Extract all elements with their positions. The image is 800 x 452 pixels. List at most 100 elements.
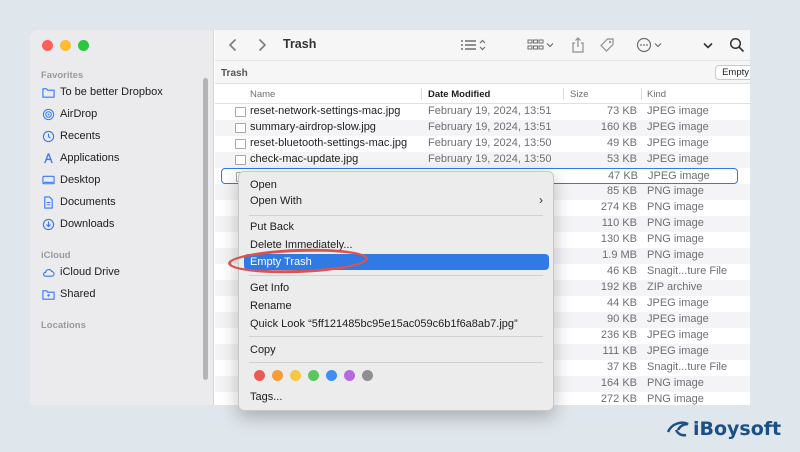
menu-item-open-with[interactable]: Open With xyxy=(250,193,546,209)
menu-item-quick-look[interactable]: Quick Look “5ff121485bc95e15ac059c6b1f6a… xyxy=(250,316,518,332)
file-date: February 19, 2024, 13:50 xyxy=(428,153,552,165)
locations-heading: Locations xyxy=(41,320,86,331)
column-divider xyxy=(421,88,422,100)
ellipsis-circle-icon xyxy=(636,37,662,53)
file-date: February 19, 2024, 13:51 xyxy=(428,121,552,133)
file-date: February 19, 2024, 13:51 xyxy=(428,105,552,117)
file-kind: Snagit...ture File xyxy=(647,265,728,277)
file-size: 90 KB xyxy=(607,313,637,325)
table-row[interactable]: summary-airdrop-slow.jpg February 19, 202… xyxy=(215,120,750,136)
menu-item-put-back[interactable]: Put Back xyxy=(250,219,294,235)
sidebar-item-recents[interactable]: Recents xyxy=(41,126,100,146)
file-name: summary-airdrop-slow.jpg xyxy=(250,121,376,133)
chevron-left-icon xyxy=(228,38,237,52)
file-size: 47 KB xyxy=(608,170,638,182)
sidebar: Favorites To be better Dropbox AirDrop R… xyxy=(30,30,214,405)
menu-item-label: Open With xyxy=(250,195,302,207)
sidebar-scrollbar[interactable] xyxy=(203,78,208,380)
tag-gray-dot[interactable] xyxy=(362,370,373,381)
tag-yellow-dot[interactable] xyxy=(290,370,301,381)
share-icon xyxy=(572,37,584,53)
icloud-heading: iCloud xyxy=(41,250,71,261)
tag-red-dot[interactable] xyxy=(254,370,265,381)
menu-item-get-info[interactable]: Get Info xyxy=(250,280,289,296)
window-controls xyxy=(42,40,89,51)
file-kind: PNG image xyxy=(647,393,704,405)
view-options-button[interactable] xyxy=(459,36,489,54)
file-kind: JPEG image xyxy=(647,137,709,149)
file-size: 49 KB xyxy=(607,137,637,149)
sidebar-item-airdrop[interactable]: AirDrop xyxy=(41,104,97,124)
sidebar-item-label: iCloud Drive xyxy=(60,266,120,278)
list-view-icon xyxy=(461,39,486,51)
sidebar-item-icloud-drive[interactable]: iCloud Drive xyxy=(41,262,120,282)
tag-blue-dot[interactable] xyxy=(326,370,337,381)
context-menu: Open Open With › Put Back Delete Immedia… xyxy=(238,171,554,411)
file-kind: ZIP archive xyxy=(647,281,703,293)
menu-item-tags[interactable]: Tags... xyxy=(250,389,282,405)
zoom-window-button[interactable] xyxy=(78,40,89,51)
path-label: Trash xyxy=(221,68,248,79)
column-name[interactable]: Name xyxy=(250,89,275,100)
table-row[interactable]: check-mac-update.jpg February 19, 2024, 1… xyxy=(215,152,750,168)
file-size: 130 KB xyxy=(600,233,637,245)
file-icon xyxy=(235,123,246,133)
search-button[interactable] xyxy=(729,36,745,54)
empty-button[interactable]: Empty xyxy=(715,65,750,80)
file-size: 53 KB xyxy=(607,153,637,165)
tag-green-dot[interactable] xyxy=(308,370,319,381)
more-toolbar-button[interactable] xyxy=(702,36,714,54)
tag-purple-dot[interactable] xyxy=(344,370,355,381)
group-button[interactable] xyxy=(527,36,555,54)
column-kind[interactable]: Kind xyxy=(647,89,666,100)
desktop-icon xyxy=(41,173,55,187)
file-size: 46 KB xyxy=(607,265,637,277)
file-size: 1.9 MB xyxy=(602,249,637,261)
sidebar-item-applications[interactable]: Applications xyxy=(41,148,119,168)
tag-orange-dot[interactable] xyxy=(272,370,283,381)
sidebar-item-documents[interactable]: Documents xyxy=(41,192,116,212)
column-divider xyxy=(641,88,642,100)
file-size: 160 KB xyxy=(600,121,637,133)
file-size: 37 KB xyxy=(607,361,637,373)
file-kind: PNG image xyxy=(647,249,704,261)
file-kind: JPEG image xyxy=(647,297,709,309)
sidebar-item-dropbox[interactable]: To be better Dropbox xyxy=(41,82,163,102)
column-size[interactable]: Size xyxy=(570,89,588,100)
file-name: reset-bluetooth-settings-mac.jpg xyxy=(250,137,408,149)
action-menu-button[interactable] xyxy=(636,36,664,54)
file-kind: PNG image xyxy=(647,233,704,245)
file-kind: PNG image xyxy=(647,377,704,389)
file-kind: PNG image xyxy=(647,185,704,197)
sidebar-item-desktop[interactable]: Desktop xyxy=(41,170,100,190)
menu-item-open[interactable]: Open xyxy=(250,177,277,193)
favorites-heading: Favorites xyxy=(41,70,84,81)
sidebar-item-label: Documents xyxy=(60,196,116,208)
tag-button[interactable] xyxy=(599,36,615,54)
menu-divider xyxy=(249,336,543,337)
share-button[interactable] xyxy=(571,36,585,54)
sidebar-item-label: Desktop xyxy=(60,174,101,186)
file-icon xyxy=(235,107,246,117)
file-kind: PNG image xyxy=(647,201,704,213)
back-button[interactable] xyxy=(228,36,238,54)
sidebar-item-label: AirDrop xyxy=(60,108,98,120)
menu-item-rename[interactable]: Rename xyxy=(250,298,292,314)
forward-button[interactable] xyxy=(257,36,267,54)
search-icon xyxy=(729,37,745,53)
chevron-right-icon xyxy=(258,38,267,52)
folder-icon xyxy=(41,85,55,99)
menu-item-copy[interactable]: Copy xyxy=(250,342,276,358)
document-icon xyxy=(41,195,55,209)
column-date-modified[interactable]: Date Modified xyxy=(428,89,490,100)
close-window-button[interactable] xyxy=(42,40,53,51)
minimize-window-button[interactable] xyxy=(60,40,71,51)
sidebar-item-label: To be better Dropbox xyxy=(60,86,163,98)
sidebar-item-downloads[interactable]: Downloads xyxy=(41,214,114,234)
sidebar-item-label: Shared xyxy=(60,288,96,300)
tag-color-picker xyxy=(254,370,373,381)
file-icon xyxy=(235,139,246,149)
table-row[interactable]: reset-network-settings-mac.jpg February 1… xyxy=(215,104,750,120)
table-row[interactable]: reset-bluetooth-settings-mac.jpg February… xyxy=(215,136,750,152)
sidebar-item-shared[interactable]: Shared xyxy=(41,284,95,304)
